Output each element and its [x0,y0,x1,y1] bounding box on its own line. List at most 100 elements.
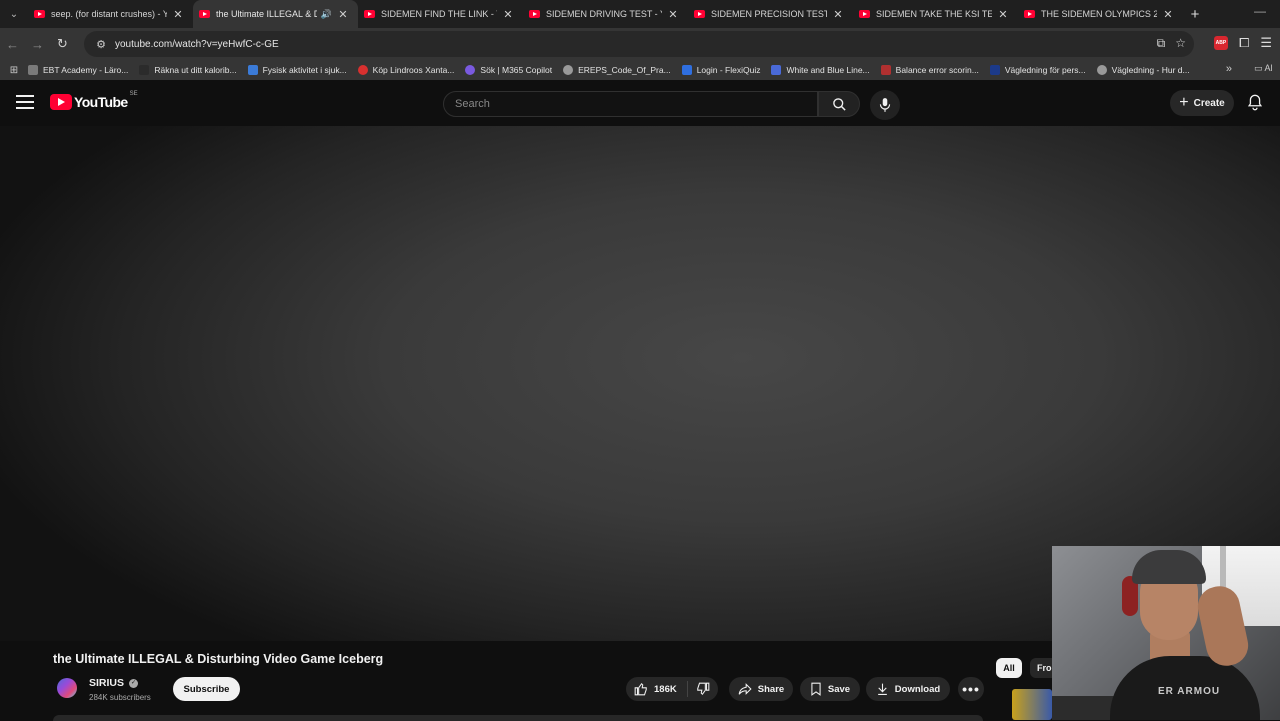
close-tab-icon[interactable]: ✕ [666,8,680,21]
close-tab-icon[interactable]: ✕ [996,8,1010,21]
all-bookmarks-label: Al [1264,63,1273,73]
channel-name-link[interactable]: SIRIUS ✓ [89,677,139,689]
browser-tab-active[interactable]: the Ultimate ILLEGAL & Dis 🔊 ✕ [193,0,358,28]
browser-tab[interactable]: SIDEMEN DRIVING TEST - YouT ✕ [523,0,688,28]
back-icon[interactable]: ← [0,37,25,52]
site-info-icon[interactable]: ⚙ [90,38,112,51]
extensions-puzzle-icon[interactable]: ⧠ [1239,35,1249,51]
new-tab-icon[interactable]: + [1183,6,1207,23]
youtube-logo[interactable]: YouTube SE [50,91,138,110]
reload-icon[interactable]: ↻ [50,36,75,52]
more-actions-button[interactable]: ••• [958,677,984,701]
chip-all[interactable]: All [996,658,1022,678]
bookmark-favicon-icon [139,65,150,75]
like-button[interactable]: 186K [626,681,688,697]
close-tab-icon[interactable]: ✕ [831,8,845,21]
video-info-area: the Ultimate ILLEGAL & Disturbing Video … [0,641,1060,721]
bookmark-item[interactable]: White and Blue Line... [771,65,870,75]
bookmark-favicon-icon [357,65,368,75]
minimize-window-icon[interactable]: — [1254,4,1266,18]
bookmark-favicon-icon [989,65,1000,75]
like-dislike-group: 186K [626,677,718,701]
bookmark-label: Räkna ut ditt kalorib... [154,65,237,75]
bookmark-label: Köp Lindroos Xanta... [372,65,455,75]
youtube-favicon-icon [859,10,870,18]
bookmark-item[interactable]: EBT Academy - Läro... [28,65,128,75]
video-title: the Ultimate ILLEGAL & Disturbing Video … [53,652,384,666]
close-tab-icon[interactable]: ✕ [171,8,185,21]
omnibox[interactable]: ⚙ youtube.com/watch?v=yeHwfC-c-GE ⧉ ☆ [84,31,1194,57]
search-button[interactable] [818,91,860,117]
save-button[interactable]: Save [800,677,860,701]
forward-icon[interactable]: → [25,37,50,52]
browser-tab[interactable]: THE SIDEMEN OLYMPICS 2025 ✕ [1018,0,1183,28]
plus-icon: + [1179,94,1189,111]
bookmark-label: Balance error scorin... [895,65,979,75]
omnibox-actions: ⧉ ☆ [1157,36,1186,51]
apps-grid-icon[interactable]: ⊞ [0,65,28,76]
youtube-wordmark: YouTube [74,94,128,110]
bookmark-label: EREPS_Code_Of_Pra... [578,65,671,75]
bookmark-item[interactable]: Vägledning för pers... [989,65,1086,75]
channel-name: SIRIUS [89,677,125,689]
description-box[interactable] [53,715,983,721]
webcam-person-cap [1132,550,1206,584]
share-button[interactable]: Share [729,677,793,701]
bookmark-item[interactable]: Sök | M365 Copilot [465,65,552,75]
bookmark-item[interactable]: Fysisk aktivitet i sjuk... [247,65,347,75]
create-button[interactable]: + Create [1170,90,1234,116]
side-panel-icon[interactable]: ☰ [1260,35,1272,51]
voice-search-button[interactable] [870,90,900,120]
bookmark-label: White and Blue Line... [786,65,870,75]
extensions-area: ABP ⧠ ☰ [1213,35,1272,51]
tab-search-icon[interactable]: ⌄ [0,0,28,28]
guide-menu-icon[interactable] [16,95,34,109]
tab-title: seep. (for distant crushes) - You [51,9,167,19]
browser-tab[interactable]: SIDEMEN TAKE THE KSI TEST - ✕ [853,0,1018,28]
bookmark-favicon-icon [771,65,782,75]
search-input[interactable]: Search [443,91,818,117]
speaker-icon[interactable]: 🔊 [321,9,332,20]
more-bookmarks-chevron-icon[interactable]: » [1226,63,1232,75]
bookmark-star-icon[interactable]: ☆ [1175,36,1186,51]
bookmark-item[interactable]: Räkna ut ditt kalorib... [139,65,237,75]
bookmark-favicon-icon [247,65,258,75]
bookmark-item[interactable]: EREPS_Code_Of_Pra... [563,65,671,75]
notifications-bell-icon[interactable] [1247,94,1263,116]
bookmark-item[interactable]: Balance error scorin... [880,65,979,75]
youtube-masthead: YouTube SE Search + Create [0,80,1280,126]
install-app-icon[interactable]: ⧉ [1157,36,1166,51]
youtube-play-logo-icon [50,94,72,110]
search-icon [832,97,846,111]
dislike-button[interactable] [688,682,718,696]
bookmark-item[interactable]: Köp Lindroos Xanta... [357,65,455,75]
close-tab-icon[interactable]: ✕ [1161,8,1175,21]
bookmark-favicon-icon [465,65,476,75]
tab-title: SIDEMEN TAKE THE KSI TEST - [876,9,992,19]
like-count: 186K [654,683,677,695]
save-label: Save [827,683,851,695]
all-bookmarks-folder[interactable]: ▭ Al [1254,63,1280,74]
close-tab-icon[interactable]: ✕ [501,8,515,21]
url-text[interactable]: youtube.com/watch?v=yeHwfC-c-GE [115,39,279,50]
bookmark-item[interactable]: Login - FlexiQuiz [681,65,761,75]
subscribe-button[interactable]: Subscribe [173,677,240,701]
channel-avatar[interactable] [57,678,77,698]
adblock-extension-icon[interactable]: ABP [1213,36,1228,50]
bookmark-label: Fysisk aktivitet i sjuk... [262,65,347,75]
bookmark-item[interactable]: Vägledning - Hur d... [1096,65,1190,75]
tab-title: SIDEMEN FIND THE LINK - You [381,9,497,19]
related-video-thumbnail[interactable] [1012,689,1052,720]
browser-tab[interactable]: SIDEMEN PRECISION TEST - Yo ✕ [688,0,853,28]
close-tab-icon[interactable]: ✕ [336,8,350,21]
share-arrow-icon [738,683,752,695]
tab-title: the Ultimate ILLEGAL & Dis [216,9,317,19]
bookmark-label: Login - FlexiQuiz [696,65,761,75]
browser-tab[interactable]: seep. (for distant crushes) - You ✕ [28,0,193,28]
browser-tab-strip: ⌄ seep. (for distant crushes) - You ✕ th… [0,0,1280,28]
browser-tab[interactable]: SIDEMEN FIND THE LINK - You ✕ [358,0,523,28]
youtube-favicon-icon [34,10,45,18]
download-icon [877,683,887,695]
bookmarks-bar: ⊞ EBT Academy - Läro... Räkna ut ditt ka… [0,60,1280,80]
download-button[interactable]: Download [866,677,950,701]
